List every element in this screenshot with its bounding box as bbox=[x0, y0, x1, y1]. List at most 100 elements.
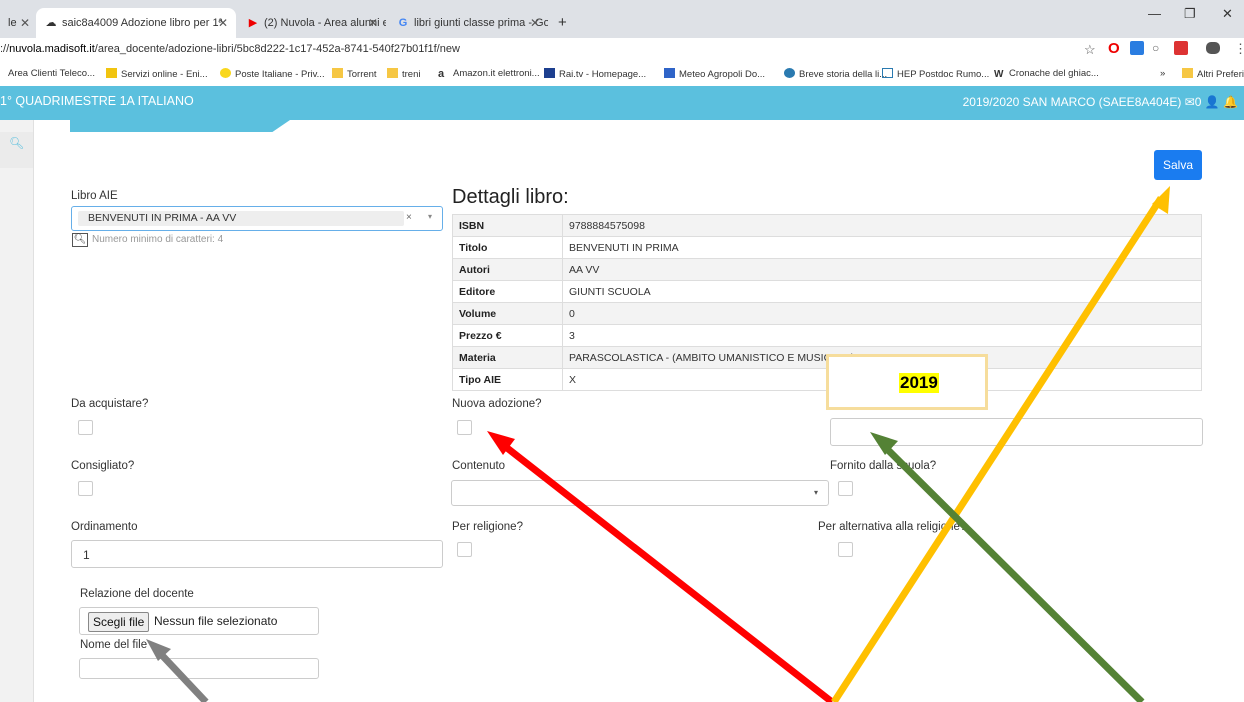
bookmark-item[interactable]: Rai.tv - Homepage... bbox=[544, 68, 646, 80]
per-alternativa-label: Per alternativa alla religione? bbox=[818, 521, 967, 533]
bookmark-item[interactable]: Area Clienti Teleco... bbox=[8, 68, 95, 79]
opera-icon[interactable]: O bbox=[1108, 40, 1120, 57]
search-icon[interactable]: 🔍︎ bbox=[9, 136, 24, 150]
year-input[interactable] bbox=[830, 418, 1203, 446]
bookmark-item[interactable]: Meteo Agropoli Do... bbox=[664, 68, 765, 80]
red-arrowhead bbox=[487, 431, 515, 455]
nome-file-input[interactable] bbox=[79, 658, 319, 679]
bookmarks-bar: Area Clienti Teleco... Servizi online - … bbox=[0, 64, 1244, 87]
menu-icon[interactable]: ⋮ bbox=[1234, 41, 1244, 57]
close-icon[interactable]: ✕ bbox=[20, 8, 30, 38]
details-title: Dettagli libro: bbox=[452, 186, 569, 208]
bookmark-item[interactable]: Torrent bbox=[332, 68, 377, 80]
chevron-down-icon[interactable]: ▾ bbox=[428, 212, 432, 221]
libro-aie-select[interactable]: BENVENUTI IN PRIMA - AA VV × ▾ bbox=[71, 206, 443, 231]
detail-key: Autori bbox=[452, 258, 563, 281]
table-row: Prezzo €3 bbox=[452, 324, 1202, 347]
chevron-down-icon: ▾ bbox=[814, 488, 819, 497]
table-row: Editore GIUNTI SCUOLA bbox=[452, 280, 1202, 303]
relazione-label: Relazione del docente bbox=[80, 588, 194, 600]
consigliato-checkbox[interactable] bbox=[78, 481, 93, 496]
bookmark-item[interactable]: Servizi online - Eni... bbox=[106, 68, 208, 80]
yellow-arrowhead bbox=[1152, 186, 1170, 214]
ordinamento-input[interactable]: 1 bbox=[71, 540, 443, 568]
tab-adozione[interactable]: ☁ saic8a4009 Adozione libro per 1ª ✕ bbox=[36, 8, 236, 38]
bookmark-item[interactable]: HEP Postdoc Rumo... bbox=[882, 68, 989, 80]
detail-key: Tipo AIE bbox=[452, 368, 563, 391]
url-text[interactable]: ://nuvola.madisoft.it/area_docente/adozi… bbox=[0, 43, 460, 55]
bookmark-label: HEP Postdoc Rumo... bbox=[897, 69, 990, 80]
new-tab-button[interactable]: + bbox=[550, 8, 580, 38]
bookmark-item[interactable]: Poste Italiane - Priv... bbox=[220, 68, 325, 80]
da-acquistare-checkbox[interactable] bbox=[78, 420, 93, 435]
tab-nuvola[interactable]: ▶(2) Nuvola - Area alunni e didatt ✕ bbox=[238, 8, 386, 38]
tab-label: le bbox=[8, 17, 17, 29]
minimize-icon[interactable]: — bbox=[1148, 6, 1161, 21]
rai-icon bbox=[544, 68, 555, 78]
extension-icon[interactable] bbox=[1130, 41, 1144, 55]
bookmark-label: Meteo Agropoli Do... bbox=[679, 69, 766, 80]
choose-file-button[interactable]: Scegli file bbox=[88, 612, 150, 632]
per-alternativa-checkbox[interactable] bbox=[838, 542, 853, 557]
meteo-icon bbox=[664, 68, 675, 78]
ordinamento-label: Ordinamento bbox=[71, 521, 138, 533]
year-annotation-text: 2019 bbox=[899, 373, 939, 393]
bookmark-label: Amazon.it elettroni... bbox=[453, 68, 540, 79]
header-info[interactable]: 2019/2020 SAN MARCO (SAEE8A404E) ✉0 👤 🔔 bbox=[963, 95, 1238, 109]
ordinamento-value: 1 bbox=[83, 548, 90, 562]
da-acquistare-label: Da acquistare? bbox=[71, 398, 149, 410]
browser-tab-bar: le ✕ ☁ saic8a4009 Adozione libro per 1ª ✕… bbox=[0, 0, 1244, 38]
step-wizard[interactable] bbox=[70, 120, 290, 132]
tab-label: libri giunti classe prima - Google bbox=[414, 17, 548, 29]
other-bookmarks[interactable]: Altri Preferiti bbox=[1182, 68, 1244, 80]
wikipedia-icon: W bbox=[994, 69, 1004, 80]
url-prefix: :// bbox=[0, 43, 10, 55]
bookmark-item[interactable]: W Cronache del ghiac... bbox=[994, 68, 1099, 80]
address-bar[interactable]: ://nuvola.madisoft.it/area_docente/adozi… bbox=[0, 38, 1244, 64]
nome-file-label: Nome del file bbox=[80, 639, 148, 651]
tab-partial[interactable]: le ✕ bbox=[0, 8, 36, 38]
detail-key: ISBN bbox=[452, 214, 563, 237]
search-hint: Numero minimo di caratteri: 4 bbox=[92, 234, 224, 245]
save-button[interactable]: Salva bbox=[1154, 150, 1202, 180]
detail-key: Volume bbox=[452, 302, 563, 325]
google-icon: G bbox=[398, 17, 408, 29]
file-input[interactable]: Scegli file Nessun file selezionato bbox=[79, 607, 319, 635]
bookmark-icon bbox=[220, 68, 231, 78]
bookmark-icon bbox=[882, 68, 893, 78]
detail-key: Materia bbox=[452, 346, 563, 369]
per-religione-checkbox[interactable] bbox=[457, 542, 472, 557]
page-title: 1° QUADRIMESTRE 1A ITALIANO bbox=[0, 94, 194, 108]
close-window-icon[interactable]: ✕ bbox=[1222, 6, 1233, 22]
contenuto-select[interactable]: ▾ bbox=[451, 480, 829, 506]
profile-icon[interactable] bbox=[1206, 42, 1220, 54]
maximize-icon[interactable]: ❐ bbox=[1184, 6, 1196, 22]
clear-icon[interactable]: × bbox=[406, 212, 412, 223]
bookmark-item[interactable]: a Amazon.it elettroni... bbox=[438, 68, 540, 80]
cloud-icon: ☁ bbox=[45, 17, 57, 29]
detail-value: BENVENUTI IN PRIMA bbox=[562, 236, 1202, 259]
tab-google[interactable]: Glibri giunti classe prima - Google ✕ bbox=[388, 8, 548, 38]
star-icon[interactable]: ☆ bbox=[1084, 42, 1096, 58]
fornito-label: Fornito dalla scuola? bbox=[830, 460, 937, 472]
selected-book: BENVENUTI IN PRIMA - AA VV bbox=[78, 211, 404, 226]
close-icon[interactable]: ✕ bbox=[368, 8, 378, 38]
close-icon[interactable]: ✕ bbox=[218, 8, 228, 38]
search-icon[interactable]: 🔍︎ bbox=[72, 233, 88, 247]
fornito-checkbox[interactable] bbox=[838, 481, 853, 496]
nuova-adozione-checkbox[interactable] bbox=[457, 420, 472, 435]
close-icon[interactable]: ✕ bbox=[530, 8, 540, 38]
extension-red-icon[interactable] bbox=[1174, 41, 1188, 55]
bookmarks-more-button[interactable]: » bbox=[1160, 68, 1165, 79]
year-annotation-box: 2019 bbox=[826, 354, 988, 410]
bookmark-label: Cronache del ghiac... bbox=[1009, 68, 1099, 79]
bookmark-item[interactable]: treni bbox=[387, 68, 420, 80]
table-row: Titolo BENVENUTI IN PRIMA bbox=[452, 236, 1202, 259]
table-row: Autori AA VV bbox=[452, 258, 1202, 281]
folder-icon bbox=[387, 68, 398, 78]
bookmark-item[interactable]: Breve storia della li... bbox=[784, 68, 887, 80]
consigliato-label: Consigliato? bbox=[71, 460, 135, 472]
circle-icon[interactable]: ○ bbox=[1152, 41, 1159, 55]
contenuto-label: Contenuto bbox=[452, 460, 506, 472]
detail-value: 9788884575098 bbox=[562, 214, 1202, 237]
